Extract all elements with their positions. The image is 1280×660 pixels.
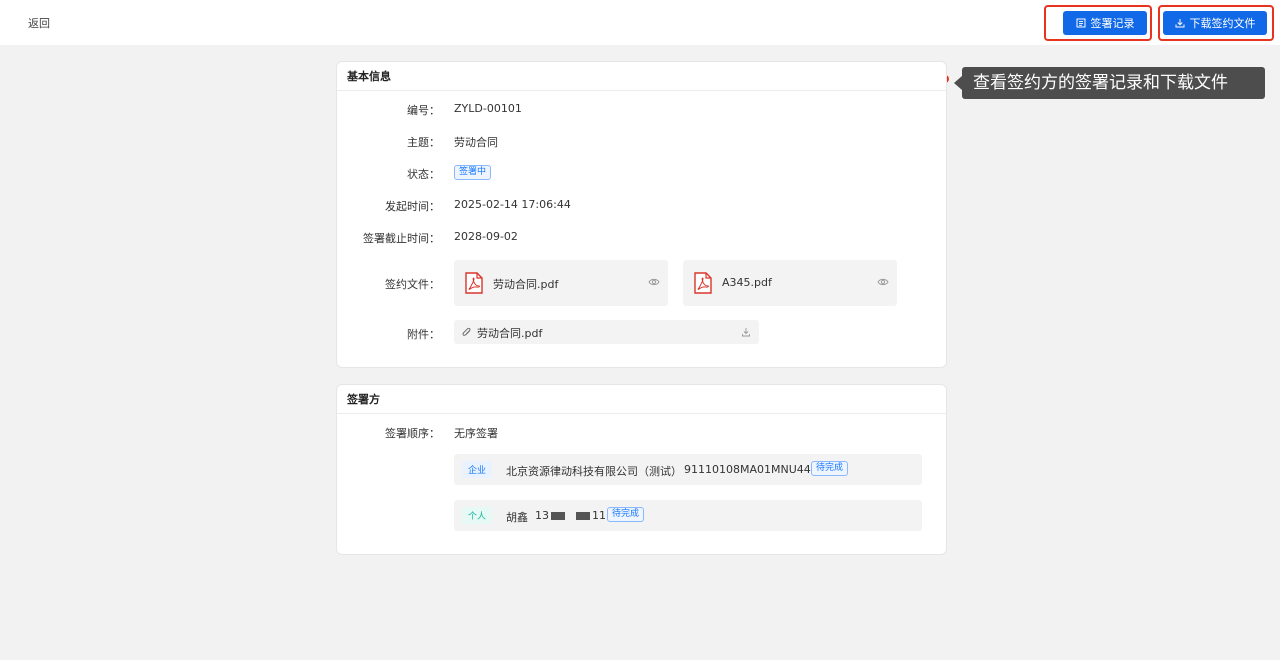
download-icon[interactable] — [741, 327, 751, 337]
start-time-value: 2025-02-14 17:06:44 — [454, 198, 571, 211]
signers-card: 签署方 签署顺序： 无序签署 企业 北京资源律动科技有限公司（测试） 91110… — [336, 384, 947, 555]
contract-file-card[interactable]: 劳动合同.pdf — [454, 260, 668, 306]
signer-type-tag: 企业 — [462, 461, 493, 478]
signer-row-person: 个人 胡鑫 13 11 待完成 — [454, 500, 922, 531]
signer-id: 91110108MA01MNU448 — [684, 463, 818, 476]
sign-order-value: 无序签署 — [454, 427, 498, 440]
signer-status-badge: 待完成 — [811, 461, 849, 476]
file-name: 劳动合同.pdf — [493, 278, 559, 291]
sign-order-label: 签署顺序： — [385, 427, 440, 440]
signer-type-tag: 个人 — [462, 507, 493, 524]
signers-title: 签署方 — [337, 385, 946, 414]
file-name: A345.pdf — [722, 276, 772, 289]
signer-name: 北京资源律动科技有限公司（测试） — [506, 465, 682, 478]
annotation-tooltip: 查看签约方的签署记录和下载文件 — [954, 67, 1265, 99]
attachment-item[interactable]: 劳动合同.pdf — [454, 320, 759, 344]
phone-mask — [576, 512, 590, 520]
phone-mask — [551, 512, 565, 520]
signer-status-badge: 待完成 — [607, 507, 645, 522]
subject-value: 劳动合同 — [454, 136, 498, 149]
download-icon — [1175, 19, 1184, 28]
status-value-wrap: 签署中 — [454, 164, 492, 180]
status-badge: 签署中 — [454, 165, 492, 180]
deadline-label: 签署截止时间： — [363, 232, 440, 245]
status-label: 状态： — [407, 168, 440, 181]
top-bar: 返回 签署记录 下载签约文件 — [0, 0, 1280, 45]
attachment-label: 附件： — [407, 328, 440, 341]
a345-file-card[interactable]: A345.pdf — [683, 260, 897, 306]
start-time-label: 发起时间： — [385, 200, 440, 213]
download-files-label: 下载签约文件 — [1189, 17, 1256, 30]
sign-record-label: 签署记录 — [1090, 17, 1135, 30]
number-value: ZYLD-00101 — [454, 102, 522, 115]
signer-row-enterprise: 企业 北京资源律动科技有限公司（测试） 91110108MA01MNU448 待… — [454, 454, 922, 485]
eye-icon[interactable] — [877, 277, 889, 287]
basic-info-card: 基本信息 编号： ZYLD-00101 主题： 劳动合同 状态： 签署中 发起时… — [336, 61, 947, 368]
pdf-file-icon — [465, 272, 483, 294]
deadline-value: 2028-09-02 — [454, 230, 518, 243]
signer-phone: 13 11 — [535, 509, 606, 522]
subject-label: 主题： — [407, 136, 440, 149]
attachment-name: 劳动合同.pdf — [477, 327, 543, 340]
back-link[interactable]: 返回 — [28, 15, 50, 31]
phone-suffix: 11 — [592, 509, 606, 522]
paperclip-icon — [462, 327, 471, 336]
eye-icon[interactable] — [648, 277, 660, 287]
files-label: 签约文件： — [385, 278, 440, 291]
signer-name: 胡鑫 — [506, 511, 528, 524]
sign-record-button[interactable]: 签署记录 — [1063, 11, 1147, 35]
pdf-file-icon — [694, 272, 712, 294]
phone-prefix: 13 — [535, 509, 549, 522]
list-icon — [1076, 18, 1085, 28]
basic-info-title: 基本信息 — [337, 62, 946, 91]
number-label: 编号： — [407, 104, 440, 117]
download-files-button[interactable]: 下载签约文件 — [1163, 11, 1267, 35]
